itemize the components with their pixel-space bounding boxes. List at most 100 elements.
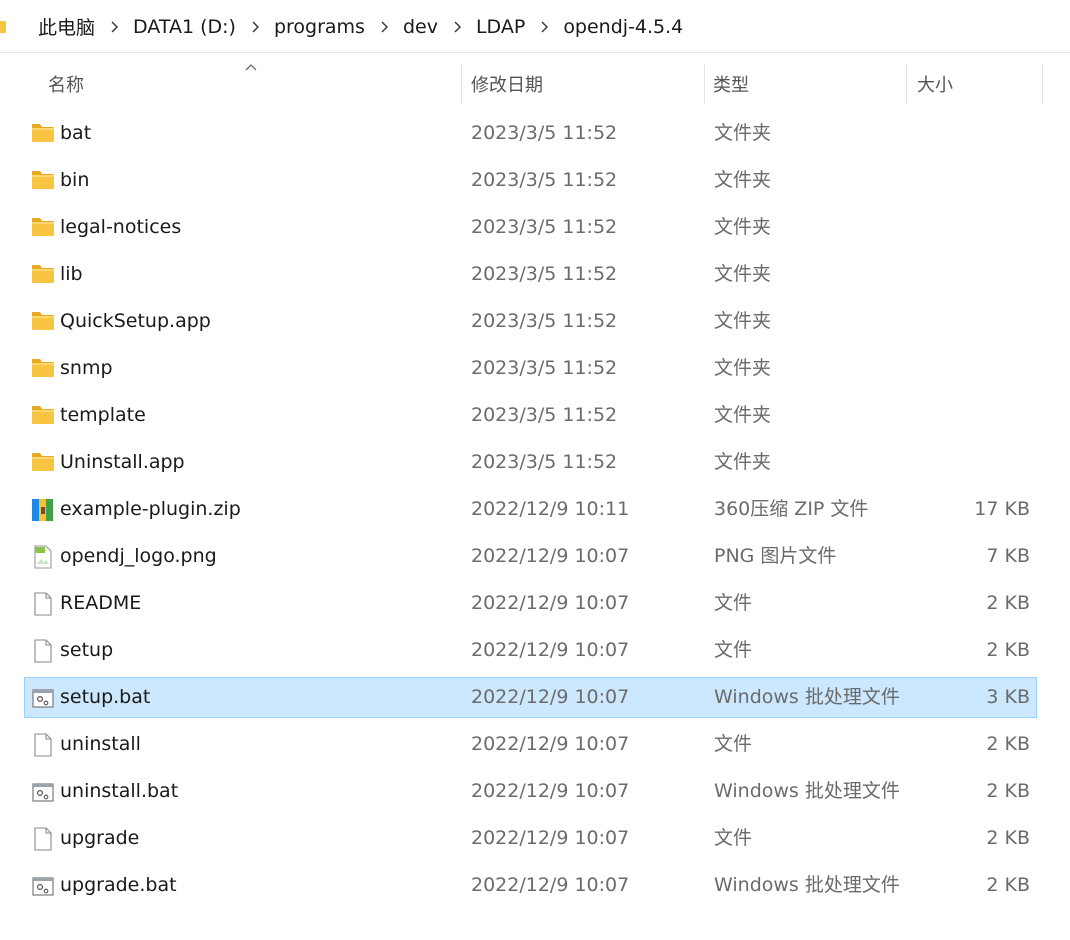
file-modified-date: 2022/12/9 10:07 [471, 686, 630, 708]
file-icon [31, 638, 55, 664]
breadcrumb-item[interactable]: DATA1 (D:) [131, 16, 238, 38]
folder-icon [31, 356, 55, 382]
file-modified-date: 2022/12/9 10:11 [471, 498, 630, 520]
column-header-modified-label: 修改日期 [471, 75, 543, 96]
file-name: uninstall [60, 733, 141, 755]
chevron-right-icon[interactable] [238, 20, 272, 34]
file-modified-date: 2023/3/5 11:52 [471, 216, 618, 238]
file-type: 文件夹 [714, 216, 772, 238]
breadcrumb-item[interactable]: LDAP [474, 16, 527, 38]
column-header-name-label: 名称 [48, 75, 84, 96]
file-row[interactable]: example-plugin.zip 2022/12/9 10:11 360压缩 Z… [24, 489, 1037, 530]
file-type: 文件夹 [714, 122, 772, 144]
file-name: setup [60, 639, 114, 661]
file-name: opendj_logo.png [60, 545, 217, 567]
file-row[interactable]: QuickSetup.app 2023/3/5 11:52 文件夹 [24, 301, 1037, 342]
file-size: 7 KB [986, 545, 1030, 567]
file-icon [31, 591, 55, 617]
file-size: 2 KB [986, 780, 1030, 802]
chevron-right-icon[interactable] [97, 20, 131, 34]
folder-icon [31, 309, 55, 335]
file-row[interactable]: legal-notices 2023/3/5 11:52 文件夹 [24, 207, 1037, 248]
image-file-icon [31, 544, 55, 570]
file-type: Windows 批处理文件 [714, 780, 900, 802]
file-name: bat [60, 122, 92, 144]
file-row[interactable]: template 2023/3/5 11:52 文件夹 [24, 395, 1037, 436]
column-header-row: 名称 修改日期 类型 大小 [0, 62, 1070, 106]
file-type: 文件夹 [714, 451, 772, 473]
file-type: 文件 [714, 827, 753, 849]
column-header-size-label: 大小 [917, 75, 953, 96]
file-modified-date: 2023/3/5 11:52 [471, 404, 618, 426]
file-type: 文件 [714, 639, 753, 661]
file-size: 17 KB [974, 498, 1030, 520]
file-name: lib [60, 263, 83, 285]
file-size: 2 KB [986, 874, 1030, 896]
breadcrumb-item[interactable]: 此电脑 [36, 13, 97, 40]
zip-archive-icon [31, 497, 55, 523]
column-divider[interactable] [906, 64, 907, 104]
file-size: 2 KB [986, 827, 1030, 849]
file-row[interactable]: setup.bat 2022/12/9 10:07 Windows 批处理文件 3 K… [24, 677, 1037, 718]
file-modified-date: 2022/12/9 10:07 [471, 733, 630, 755]
file-type: Windows 批处理文件 [714, 874, 900, 896]
file-row[interactable]: snmp 2023/3/5 11:52 文件夹 [24, 348, 1037, 389]
file-row[interactable]: opendj_logo.png 2022/12/9 10:07 PNG 图片文件 7 … [24, 536, 1037, 577]
file-type: 文件夹 [714, 357, 772, 379]
file-modified-date: 2023/3/5 11:52 [471, 263, 618, 285]
file-row[interactable]: uninstall.bat 2022/12/9 10:07 Windows 批处理文… [24, 771, 1037, 812]
file-name: setup.bat [60, 686, 151, 708]
file-type: PNG 图片文件 [714, 545, 837, 567]
column-header-name[interactable]: 名称 [48, 62, 458, 106]
file-row[interactable]: lib 2023/3/5 11:52 文件夹 [24, 254, 1037, 295]
file-row[interactable]: Uninstall.app 2023/3/5 11:52 文件夹 [24, 442, 1037, 483]
folder-icon [31, 403, 55, 429]
breadcrumb-item[interactable]: dev [401, 16, 440, 38]
breadcrumb-item[interactable]: programs [272, 16, 367, 38]
column-header-size[interactable]: 大小 [917, 62, 1037, 106]
file-type: 文件 [714, 733, 753, 755]
folder-icon [31, 262, 55, 288]
file-row[interactable]: uninstall 2022/12/9 10:07 文件 2 KB [24, 724, 1037, 765]
file-size: 2 KB [986, 733, 1030, 755]
address-bar[interactable]: 此电脑 DATA1 (D:) programs dev LDAP opendj-4.5.4 [0, 0, 1070, 53]
chevron-right-icon[interactable] [527, 20, 561, 34]
column-divider[interactable] [704, 64, 705, 104]
chevron-right-icon[interactable] [367, 20, 401, 34]
file-row[interactable]: setup 2022/12/9 10:07 文件 2 KB [24, 630, 1037, 671]
file-modified-date: 2022/12/9 10:07 [471, 780, 630, 802]
column-divider[interactable] [1042, 64, 1043, 104]
file-modified-date: 2022/12/9 10:07 [471, 545, 630, 567]
batch-file-icon [31, 873, 55, 899]
file-icon [31, 732, 55, 758]
file-modified-date: 2023/3/5 11:52 [471, 122, 618, 144]
column-divider[interactable] [461, 64, 462, 104]
file-modified-date: 2023/3/5 11:52 [471, 451, 618, 473]
breadcrumb-item[interactable]: opendj-4.5.4 [561, 16, 685, 38]
file-row[interactable]: README 2022/12/9 10:07 文件 2 KB [24, 583, 1037, 624]
file-row[interactable]: upgrade 2022/12/9 10:07 文件 2 KB [24, 818, 1037, 859]
folder-icon [31, 215, 55, 241]
file-size: 3 KB [986, 686, 1030, 708]
file-name: Uninstall.app [60, 451, 185, 473]
file-name: snmp [60, 357, 113, 379]
file-modified-date: 2023/3/5 11:52 [471, 169, 618, 191]
file-type: 文件夹 [714, 404, 772, 426]
file-modified-date: 2022/12/9 10:07 [471, 874, 630, 896]
file-name: upgrade [60, 827, 140, 849]
file-type: 文件夹 [714, 310, 772, 332]
folder-icon [31, 168, 55, 194]
file-row[interactable]: bat 2023/3/5 11:52 文件夹 [24, 113, 1037, 154]
file-modified-date: 2022/12/9 10:07 [471, 827, 630, 849]
batch-file-icon [31, 685, 55, 711]
column-header-modified[interactable]: 修改日期 [471, 62, 701, 106]
file-row[interactable]: upgrade.bat 2022/12/9 10:07 Windows 批处理文件 2… [24, 865, 1037, 906]
file-size: 2 KB [986, 639, 1030, 661]
file-name: README [60, 592, 142, 614]
chevron-right-icon[interactable] [440, 20, 474, 34]
file-type: 文件 [714, 592, 753, 614]
folder-icon [0, 21, 6, 33]
column-header-type[interactable]: 类型 [713, 62, 903, 106]
column-header-type-label: 类型 [713, 75, 749, 96]
file-row[interactable]: bin 2023/3/5 11:52 文件夹 [24, 160, 1037, 201]
